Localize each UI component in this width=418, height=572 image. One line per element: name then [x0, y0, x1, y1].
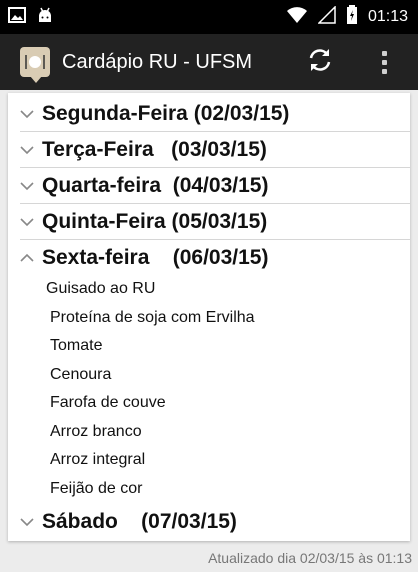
status-time: 01:13 [367, 8, 408, 25]
status-bar: 01:13 [0, 0, 418, 34]
last-updated-text: Atualizado dia 02/03/15 às 01:13 [208, 550, 412, 566]
action-bar: Cardápio RU - UFSM [0, 34, 418, 90]
day-label: Quarta-feira (04/03/15) [42, 173, 269, 197]
chevron-down-icon [20, 217, 42, 227]
overflow-menu-icon [381, 50, 387, 56]
menu-item: Tomate [50, 337, 103, 354]
day-label: Sexta-feira (06/03/15) [42, 245, 269, 269]
day-header-sabado[interactable]: Sábado (07/03/15) [20, 504, 410, 539]
menu-item: Proteína de soja com Ervilha [50, 309, 255, 326]
chevron-down-icon [20, 109, 42, 119]
chevron-up-icon [20, 253, 42, 263]
menu-item: Feijão de cor [50, 480, 143, 497]
day-label: Segunda-Feira (02/03/15) [42, 101, 290, 125]
chevron-down-icon [20, 145, 42, 155]
day-label: Terça-Feira (03/03/15) [42, 137, 267, 161]
overflow-menu-button[interactable] [372, 44, 396, 80]
day-label: Sábado (07/03/15) [42, 509, 237, 533]
signal-icon [317, 5, 336, 28]
menu-item: Guisado ao RU [46, 280, 156, 297]
menu-item: Arroz branco [50, 423, 142, 440]
chevron-down-icon [20, 517, 42, 527]
app-icon [20, 47, 50, 83]
menu-item: Farofa de couve [50, 394, 166, 411]
menu-item: Arroz integral [50, 451, 146, 468]
day-header-quinta[interactable]: Quinta-Feira (05/03/15) [20, 204, 410, 239]
picture-icon [8, 7, 26, 27]
app-title: Cardápio RU - UFSM [62, 50, 253, 73]
wifi-icon [286, 6, 308, 28]
day-header-terca[interactable]: Terça-Feira (03/03/15) [20, 132, 410, 167]
battery-icon [346, 5, 358, 29]
chevron-down-icon [20, 181, 42, 191]
day-list: Segunda-Feira (02/03/15) Terça-Feira (03… [8, 93, 410, 541]
day-header-sexta[interactable]: Sexta-feira (06/03/15) [20, 240, 410, 275]
refresh-icon [307, 47, 333, 77]
menu-item: Cenoura [50, 366, 112, 383]
day-header-segunda[interactable]: Segunda-Feira (02/03/15) [20, 96, 410, 131]
refresh-button[interactable] [302, 44, 338, 80]
android-icon [36, 6, 54, 28]
day-header-quarta[interactable]: Quarta-feira (04/03/15) [20, 168, 410, 203]
day-label: Quinta-Feira (05/03/15) [42, 209, 268, 233]
